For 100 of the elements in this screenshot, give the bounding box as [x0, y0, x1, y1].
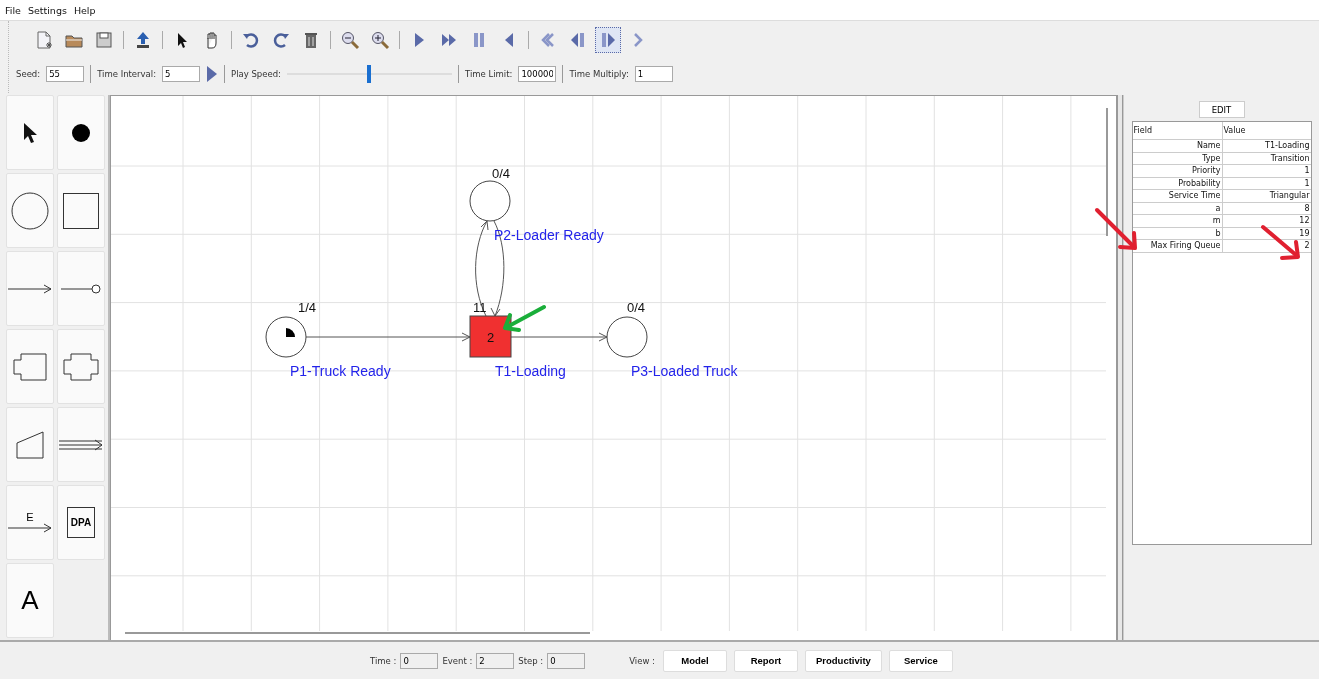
- table-cell-text: 19: [1298, 227, 1311, 239]
- view-label: View :: [629, 655, 655, 666]
- table-cell-text: 1: [1303, 165, 1311, 177]
- table-cell: Type: [1132, 152, 1223, 164]
- place-node[interactable]: [606, 316, 648, 358]
- play-speed-label: Play Speed:: [231, 69, 281, 79]
- redo-icon: [271, 30, 291, 50]
- circle-end-line-icon: [61, 283, 101, 294]
- step-field[interactable]: 0: [547, 652, 586, 669]
- arc-arrow[interactable]: [475, 220, 489, 317]
- new-file-icon: [34, 30, 54, 50]
- column-header: Value: [1222, 125, 1247, 137]
- view-button[interactable]: Report: [733, 649, 798, 672]
- event-label: Event :: [442, 655, 473, 666]
- menu-item[interactable]: Settings: [27, 4, 67, 16]
- view-button[interactable]: Productivity: [804, 649, 882, 672]
- zoom-out-icon: [340, 30, 360, 50]
- play-speed-slider[interactable]: [287, 65, 452, 83]
- transition-tool[interactable]: [57, 173, 105, 248]
- table-cell: Probability: [1132, 177, 1223, 189]
- column-header: Field: [1132, 122, 1223, 139]
- save-icon: [94, 30, 114, 50]
- node-label: P2-Loader Ready: [494, 227, 604, 243]
- table-cell: Name: [1132, 140, 1223, 152]
- triple-arrow-icon: [59, 438, 103, 451]
- place-node[interactable]: [469, 180, 511, 222]
- pointer-icon: [22, 121, 38, 144]
- table-cell-text: 8: [1303, 202, 1311, 214]
- text-tool[interactable]: A: [6, 563, 54, 638]
- scrollbar[interactable]: [1106, 108, 1108, 236]
- dot-icon: [71, 122, 91, 143]
- splitter-handle[interactable]: [1117, 95, 1123, 642]
- text-tool-label: A: [21, 585, 39, 616]
- event-arc-tool[interactable]: E: [6, 485, 54, 560]
- annotation-arrow: [1095, 208, 1137, 250]
- node-label: P3-Loaded Truck: [631, 363, 738, 379]
- macro-place-tool[interactable]: [6, 329, 54, 404]
- undo-icon: [241, 30, 261, 50]
- time-label: Time :: [370, 655, 397, 666]
- step-forward-button[interactable]: [595, 27, 621, 53]
- node-label: T1-Loading: [495, 363, 566, 379]
- annotation-arrow: [1261, 225, 1300, 260]
- scrollbar[interactable]: [125, 632, 590, 634]
- place-tool[interactable]: [6, 173, 54, 248]
- marking-label: 0/4: [627, 300, 646, 315]
- circle-icon: [11, 191, 49, 230]
- table-cell-text: Transition: [1269, 152, 1311, 164]
- marking-label: 11: [473, 300, 487, 315]
- time-interval-label: Time Interval:: [97, 69, 157, 79]
- table-cell-text: 2: [1303, 240, 1311, 252]
- menu-item[interactable]: File: [5, 4, 21, 16]
- table-cell: Priority: [1132, 165, 1223, 177]
- seed-label: Seed:: [16, 69, 41, 79]
- menu-item[interactable]: Help: [73, 4, 96, 16]
- time-multiply-label: Time Multiply:: [569, 69, 629, 79]
- time-interval-field[interactable]: 5: [162, 66, 201, 82]
- event-field[interactable]: 2: [476, 652, 515, 669]
- table-cell: b: [1132, 227, 1223, 239]
- table-cell-text: Triangular: [1268, 190, 1311, 202]
- arc-arrow[interactable]: [510, 332, 608, 342]
- pointer-tool[interactable]: [6, 95, 54, 170]
- macro-transition-tool[interactable]: [57, 329, 105, 404]
- table-cell-text: T1-Loading: [1264, 140, 1311, 152]
- trapezoid-icon: [16, 430, 44, 459]
- time-limit-label: Time Limit:: [465, 69, 513, 79]
- multi-arc-tool[interactable]: [57, 407, 105, 482]
- node-label: P1-Truck Ready: [290, 363, 391, 379]
- transition-count: 2: [486, 329, 495, 345]
- arrow-icon: [8, 283, 52, 294]
- notched-box-icon: [13, 352, 47, 381]
- zoom-in-icon: [370, 30, 390, 50]
- seed-field[interactable]: 55: [46, 66, 85, 82]
- time-multiply-field[interactable]: 1: [634, 66, 673, 82]
- token-tool[interactable]: [57, 95, 105, 170]
- notched-box-icon: [63, 352, 99, 381]
- table-cell: a: [1132, 202, 1223, 214]
- transition-node[interactable]: [469, 315, 512, 358]
- step-label: Step :: [518, 655, 544, 666]
- table-cell-text: 1: [1303, 177, 1311, 189]
- table-cell: Max Firing Queue: [1132, 240, 1223, 252]
- trapezoid-tool[interactable]: [6, 407, 54, 482]
- view-button[interactable]: Service: [888, 649, 953, 672]
- view-button[interactable]: Model: [662, 649, 727, 672]
- marking-label: 0/4: [492, 166, 511, 181]
- table-cell: Service Time: [1132, 190, 1223, 202]
- play-icon[interactable]: [206, 65, 219, 83]
- table-cell: m: [1132, 215, 1223, 227]
- time-field[interactable]: 0: [400, 652, 439, 669]
- annotation-arrow: [503, 305, 546, 332]
- time-limit-field[interactable]: 100000: [518, 66, 557, 82]
- edit-button[interactable]: EDIT: [1198, 101, 1245, 118]
- marking-label: 1/4: [298, 300, 317, 315]
- dpa-label: DPA: [66, 507, 96, 538]
- square-icon: [63, 192, 99, 229]
- arrow-icon: [8, 523, 52, 533]
- table-cell-text: 12: [1298, 215, 1311, 227]
- e-label: E: [26, 512, 34, 523]
- arc-arrow[interactable]: [305, 332, 471, 342]
- place-node[interactable]: [265, 316, 307, 358]
- dpa-tool[interactable]: DPA: [57, 485, 105, 560]
